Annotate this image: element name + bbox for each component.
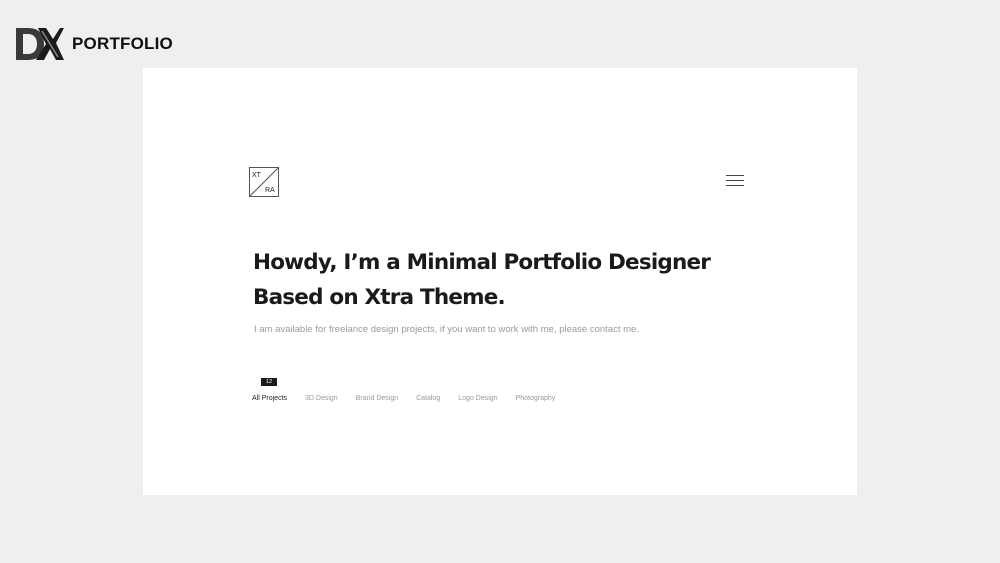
filter-label: Photography — [515, 395, 556, 402]
filter-photography[interactable]: Photography — [516, 395, 556, 402]
logo-text-top: XT — [252, 172, 262, 179]
filter-catalog[interactable]: Catalog — [416, 395, 440, 402]
menu-bar — [726, 175, 744, 176]
filter-label: Logo Design — [458, 395, 498, 402]
preview-panel: XT RA Howdy, I’m a Minimal Portfolio Des… — [143, 68, 857, 495]
filter-label: All Projects — [252, 395, 288, 402]
filter-all-projects[interactable]: 12 All Projects — [252, 378, 288, 402]
filter-logo-design[interactable]: Logo Design — [458, 395, 497, 402]
filter-label: Brand Design — [355, 395, 399, 402]
hero-title-line2: Based on Xtra Theme. — [253, 285, 506, 310]
filter-label: 3D Design — [305, 395, 338, 402]
logo-text-bottom: RA — [265, 187, 275, 194]
menu-bar — [726, 185, 744, 186]
hero-title: Howdy, I’m a Minimal Portfolio Designer … — [253, 245, 713, 315]
portfolio-filters: 12 All Projects 3D Design Brand Design C… — [252, 378, 573, 402]
filter-label: Catalog — [416, 395, 441, 402]
hero-title-line1: Howdy, I’m a Minimal Portfolio Designer — [253, 250, 711, 275]
hero-subtitle: I am available for freelance design proj… — [254, 324, 639, 335]
project-count-badge: 12 — [261, 378, 278, 386]
hamburger-menu-icon[interactable] — [726, 174, 744, 188]
brand-header[interactable]: PORTFOLIO — [14, 24, 173, 64]
filter-3d-design[interactable]: 3D Design — [305, 395, 338, 402]
brand-name: PORTFOLIO — [72, 34, 173, 53]
menu-bar — [726, 180, 744, 181]
filter-brand-design[interactable]: Brand Design — [356, 395, 398, 402]
dx-logo-icon — [16, 28, 64, 60]
xtra-logo-icon[interactable]: XT RA — [249, 167, 279, 197]
